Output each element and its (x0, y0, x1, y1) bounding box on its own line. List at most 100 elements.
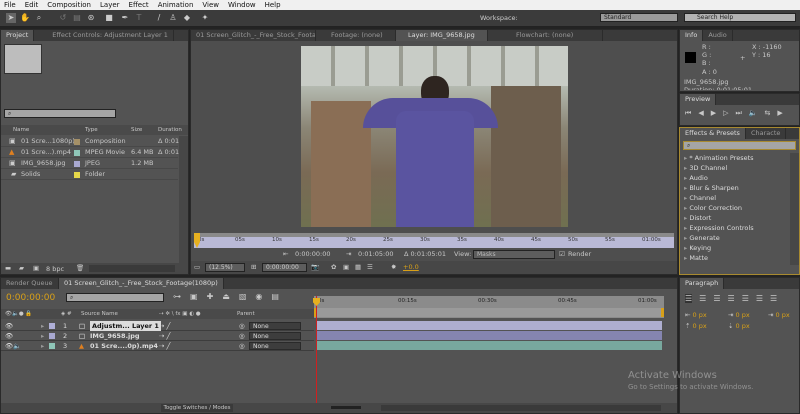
layer-name[interactable]: Adjustm... Layer 1 (90, 321, 161, 331)
menu-edit[interactable]: Edit (25, 1, 39, 9)
layer-duration-bar[interactable] (317, 341, 662, 350)
effect-category[interactable]: ▸ Distort (680, 213, 788, 223)
menu-effect[interactable]: Effect (129, 1, 149, 9)
pickwhip-icon[interactable]: ◎ (239, 341, 245, 351)
menu-view[interactable]: View (202, 1, 219, 9)
channel-icon[interactable]: ✿ (331, 261, 336, 274)
col-type[interactable]: Type (85, 125, 98, 135)
effect-category[interactable]: ▸ Color Correction (680, 203, 788, 213)
timeline-current-time[interactable]: 0:00:00:00 (6, 293, 55, 303)
col-name[interactable]: Name (13, 125, 29, 135)
bpc-toggle[interactable]: 8 bpc (46, 265, 64, 273)
camera-tool-icon[interactable]: ▤ (72, 13, 82, 23)
viewer-time-ruler[interactable]: 0s 05s 10s 15s 20s 25s 30s 35s 40s 45s 50s 55s 01:00… (194, 233, 683, 248)
first-frame-icon[interactable]: ⏮ (685, 109, 691, 118)
project-item[interactable]: ▰ Solids Folder (1, 169, 178, 180)
frame-blending-icon[interactable]: ⏏ (222, 292, 230, 301)
clone-stamp-tool-icon[interactable]: ♙ (168, 13, 178, 23)
project-scrollbar[interactable] (179, 136, 188, 264)
tab-composition[interactable]: 01 Screen_Glitch_-_Free_Stock_Footage(10… (191, 30, 316, 41)
tab-effect-controls[interactable]: Effect Controls: Adjustment Layer 1 (34, 30, 174, 41)
current-time-field[interactable]: 0:00:00:00 (262, 263, 307, 272)
layer-duration-bar[interactable] (317, 321, 662, 330)
pickwhip-icon[interactable]: ◎ (239, 321, 245, 331)
tab-footage[interactable]: Footage: (none) (316, 30, 396, 41)
hide-shy-icon[interactable]: ✚ (207, 292, 214, 301)
twirl-arrow-icon[interactable]: ▸ (41, 331, 44, 341)
col-source-name[interactable]: Source Name (81, 309, 118, 319)
effects-scrollbar[interactable] (790, 153, 799, 265)
hand-tool-icon[interactable]: ✋ (20, 13, 30, 23)
toggle-switches-modes-button[interactable]: Toggle Switches / Modes (161, 404, 233, 412)
exposure-value[interactable]: +0.0 (403, 261, 419, 274)
effect-category[interactable]: ▸ Generate (680, 233, 788, 243)
visibility-eye-icon[interactable]: 👁 (5, 321, 13, 331)
loop-icon[interactable]: ⇆ (765, 109, 771, 118)
audio-icon[interactable]: 🔈 (749, 109, 758, 118)
zoom-tool-icon[interactable]: ⌕ (34, 13, 44, 23)
brainstorm-icon[interactable]: ◉ (255, 292, 262, 301)
menu-help[interactable]: Help (265, 1, 281, 9)
effect-category[interactable]: ▸ 3D Channel (680, 163, 788, 173)
new-folder-icon[interactable]: ▰ (19, 264, 24, 272)
pickwhip-icon[interactable]: ◎ (239, 331, 245, 341)
layer-row[interactable]: 👁 ▸ 2 □ IMG_9658.jpg ⇢ ╱ ◎ None (1, 331, 314, 341)
timeline-search-input[interactable]: ⌕ (66, 293, 164, 302)
render-checkbox[interactable]: ☑ (559, 249, 565, 260)
type-tool-icon[interactable]: T (134, 13, 144, 23)
rotate-tool-icon[interactable]: ↺ (58, 13, 68, 23)
pen-tool-icon[interactable]: ✒ (120, 13, 130, 23)
last-frame-icon[interactable]: ⏭ (735, 109, 741, 118)
transparency-grid-icon[interactable]: ▦ (355, 261, 361, 274)
out-point-value[interactable]: 0:01:05:00 (358, 249, 394, 260)
layer-duration-bar[interactable] (317, 331, 662, 340)
effect-category[interactable]: ▸ Keying (680, 243, 788, 253)
brush-tool-icon[interactable]: / (154, 13, 164, 23)
puppet-tool-icon[interactable]: ✦ (200, 13, 210, 23)
twirl-arrow-icon[interactable]: ▸ (41, 321, 44, 331)
in-point-value[interactable]: 0:00:00:00 (295, 249, 331, 260)
interpret-footage-icon[interactable]: ▬ (5, 264, 11, 272)
parent-select[interactable]: None (249, 332, 301, 340)
project-item[interactable]: ▣ IMG_9658.jpg JPEG 1.2 MB (1, 158, 178, 169)
trash-icon[interactable]: 🗑 (76, 264, 84, 272)
visibility-eye-icon[interactable]: 👁 (5, 331, 13, 341)
shy-switch-icon[interactable]: ⇢ ╱ (159, 321, 170, 331)
snapshot-icon[interactable]: 📷 (311, 261, 319, 274)
col-duration[interactable]: Duration (158, 125, 182, 135)
layer-name[interactable]: IMG_9658.jpg (90, 331, 140, 341)
effects-search-input[interactable]: ⌕ (683, 141, 796, 150)
label-color-swatch[interactable] (74, 150, 80, 156)
new-composition-icon[interactable]: ▣ (33, 264, 39, 272)
comp-mini-flowchart-icon[interactable]: ⊶ (173, 292, 181, 301)
effect-category[interactable]: ▸ * Animation Presets (680, 153, 788, 163)
effect-category[interactable]: ▸ Expression Controls (680, 223, 788, 233)
tab-render-queue[interactable]: Render Queue (1, 278, 59, 289)
layer-label-color[interactable] (49, 323, 55, 329)
twirl-arrow-icon[interactable]: ▸ (41, 341, 44, 351)
col-size[interactable]: Size (131, 125, 142, 135)
label-color-swatch[interactable] (74, 161, 80, 167)
justify-last-left-icon[interactable]: ☰ (728, 294, 735, 303)
menu-animation[interactable]: Animation (158, 1, 194, 9)
menu-window[interactable]: Window (228, 1, 256, 9)
always-preview-icon[interactable]: ▭ (194, 261, 200, 274)
project-item[interactable]: ▲ 01 Scre...).mp4 MPEG Movie 6.4 MB Δ 0:01 (1, 147, 179, 158)
tab-character[interactable]: Characte (746, 128, 787, 139)
layer-row[interactable]: 👁🔈 ▸ 3 ▲ 01 Scre....0p).mp4 ⇢ ╱ ◎ None (1, 341, 314, 351)
work-area-bar[interactable] (314, 308, 664, 317)
layer-label-color[interactable] (49, 343, 55, 349)
rectangle-tool-icon[interactable]: ■ (104, 13, 114, 23)
prev-frame-icon[interactable]: ◀ (698, 109, 703, 118)
effect-category[interactable]: ▸ Matte (680, 253, 788, 263)
eraser-tool-icon[interactable]: ◆ (182, 13, 192, 23)
indent-right-field[interactable]: ⇥ 0 px (768, 311, 790, 319)
project-item[interactable]: ▣ 01 Scre...1080p) Composition Δ 0:01 (1, 136, 179, 147)
tab-layer[interactable]: Layer: IMG_9658.jpg (396, 30, 488, 41)
graph-editor-icon[interactable]: ▤ (271, 292, 279, 301)
search-help-input[interactable]: Search Help (684, 13, 796, 22)
layer-label-color[interactable] (49, 333, 55, 339)
parent-select[interactable]: None (249, 322, 301, 330)
set-in-point-icon[interactable]: ⇤ (283, 249, 288, 260)
label-color-swatch[interactable] (74, 139, 80, 145)
